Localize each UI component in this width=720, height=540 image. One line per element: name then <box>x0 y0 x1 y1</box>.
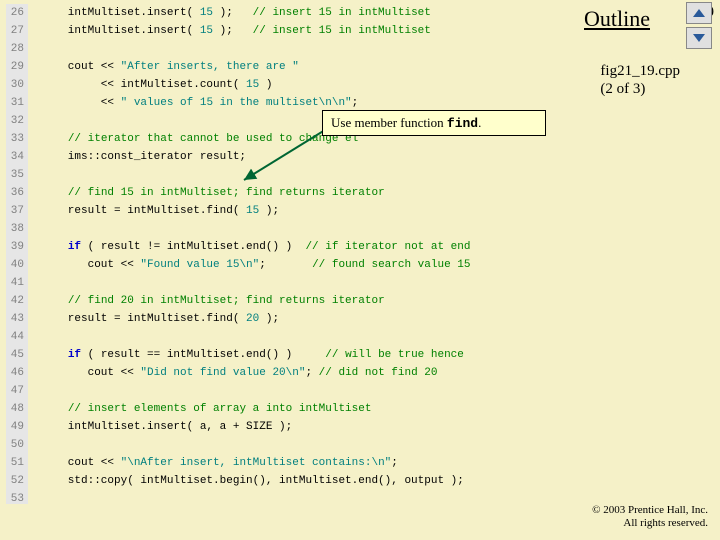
copyright-line-1: © 2003 Prentice Hall, Inc. <box>592 504 708 516</box>
code-line <box>48 328 608 346</box>
code-line: cout << "Found value 15\n"; // found sea… <box>48 256 608 274</box>
code-line: if ( result == intMultiset.end() ) // wi… <box>48 346 608 364</box>
code-line <box>48 436 608 454</box>
nav-up-button[interactable] <box>686 2 712 24</box>
code-line: intMultiset.insert( a, a + SIZE ); <box>48 418 608 436</box>
callout-text-prefix: Use member function <box>331 115 447 130</box>
callout-text-suffix: . <box>478 115 481 130</box>
code-listing: intMultiset.insert( 15 ); // insert 15 i… <box>48 4 608 508</box>
code-line: // insert elements of array a into intMu… <box>48 400 608 418</box>
figure-part: (2 of 3) <box>600 81 645 97</box>
code-line <box>48 220 608 238</box>
figure-filename: fig21_19.cpp <box>600 63 680 79</box>
code-line: ims::const_iterator result; <box>48 148 608 166</box>
code-line <box>48 490 608 508</box>
code-line <box>48 166 608 184</box>
slide: 26 27 28 29 30 31 32 33 34 35 36 37 38 3… <box>0 0 720 540</box>
code-line: // find 20 in intMultiset; find returns … <box>48 292 608 310</box>
line-number-gutter: 26 27 28 29 30 31 32 33 34 35 36 37 38 3… <box>6 4 28 504</box>
code-line: // find 15 in intMultiset; find returns … <box>48 184 608 202</box>
code-line: cout << "Did not find value 20\n"; // di… <box>48 364 608 382</box>
code-line <box>48 40 608 58</box>
callout-box: Use member function find. <box>322 110 546 136</box>
chevron-up-icon <box>692 8 706 18</box>
code-line: intMultiset.insert( 15 ); // insert 15 i… <box>48 4 608 22</box>
code-line: result = intMultiset.find( 20 ); <box>48 310 608 328</box>
nav-down-button[interactable] <box>686 27 712 49</box>
copyright: © 2003 Prentice Hall, Inc. All rights re… <box>592 504 708 530</box>
code-line: intMultiset.insert( 15 ); // insert 15 i… <box>48 22 608 40</box>
copyright-line-2: All rights reserved. <box>623 517 708 529</box>
chevron-down-icon <box>692 33 706 43</box>
code-line <box>48 274 608 292</box>
outline-heading: Outline <box>568 6 666 32</box>
code-line: cout << "\nAfter insert, intMultiset con… <box>48 454 608 472</box>
callout-code: find <box>447 116 478 131</box>
nav-arrows <box>686 2 712 52</box>
code-line: std::copy( intMultiset.begin(), intMulti… <box>48 472 608 490</box>
code-line: << intMultiset.count( 15 ) <box>48 76 608 94</box>
figure-label: fig21_19.cpp (2 of 3) <box>600 62 680 98</box>
code-line: if ( result != intMultiset.end() ) // if… <box>48 238 608 256</box>
code-line: result = intMultiset.find( 15 ); <box>48 202 608 220</box>
code-line: cout << "After inserts, there are " <box>48 58 608 76</box>
code-line <box>48 382 608 400</box>
